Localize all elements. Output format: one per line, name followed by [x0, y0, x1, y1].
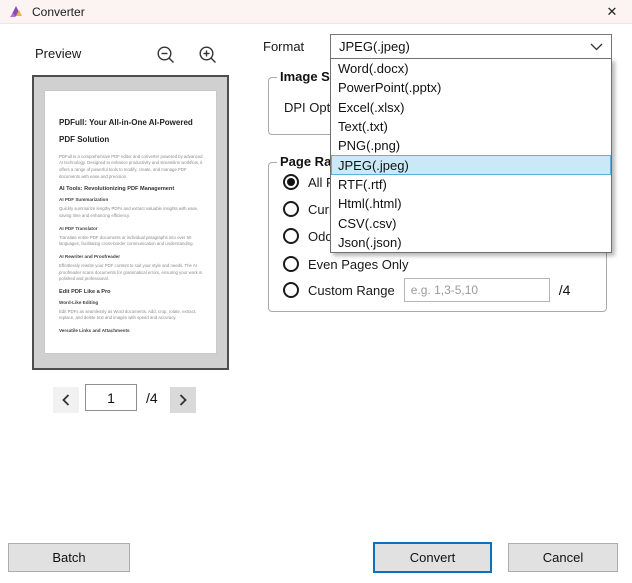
preview-text-block: Translate entire PDF documents or indivi… — [59, 235, 204, 248]
close-button[interactable]: ✕ — [596, 0, 628, 24]
preview-label: Preview — [35, 46, 81, 61]
titlebar: Converter ✕ — [0, 0, 632, 24]
format-option[interactable]: Text(.txt) — [331, 117, 611, 136]
preview-text-block: PDFull: Your All-in-One AI-Powered PDF S… — [59, 115, 204, 149]
format-option[interactable]: Json(.json) — [331, 233, 611, 252]
page-range-option-custom[interactable]: Custom Range /4 — [283, 281, 570, 299]
converter-dialog: Converter ✕ Preview PDFull: Your All-in-… — [0, 0, 632, 583]
image-settings-legend: Image S — [277, 69, 333, 84]
format-option[interactable]: Excel(.xlsx) — [331, 98, 611, 117]
page-range-option[interactable]: All P — [283, 173, 335, 191]
preview-text-block: Edit PDF Like a Pro — [59, 289, 204, 295]
format-option[interactable]: JPEG(.jpeg) — [331, 155, 611, 174]
window-title: Converter — [32, 5, 85, 19]
dpi-option-label: DPI Opti — [284, 100, 333, 115]
radio-button[interactable] — [283, 174, 299, 190]
format-option[interactable]: RTF(.rtf) — [331, 175, 611, 194]
radio-custom-range[interactable] — [283, 282, 299, 298]
preview-text-block: Edit PDFs as seamlessly as Word document… — [59, 309, 204, 322]
preview-text-block: Versatile Links and Attachments — [59, 328, 204, 333]
format-option[interactable]: PNG(.png) — [331, 136, 611, 155]
app-logo-icon — [9, 4, 24, 19]
cancel-button[interactable]: Cancel — [508, 543, 618, 572]
radio-option-label: Even Pages Only — [308, 257, 408, 272]
format-selected-value: JPEG(.jpeg) — [339, 39, 590, 54]
radio-button[interactable] — [283, 228, 299, 244]
preview-text-block: AI Tools: Revolutionizing PDF Management — [59, 186, 204, 192]
preview-text-block: Effortlessly rewrite your PDF content to… — [59, 263, 204, 283]
preview-text-block: Word-Like Editing — [59, 300, 204, 305]
preview-text-block: AI PDF Summarization — [59, 197, 204, 202]
zoom-in-button[interactable] — [196, 43, 220, 67]
preview-text-block: Quickly summarize lengthy PDFs and extra… — [59, 206, 204, 219]
preview-text-block: AI PDF Translator — [59, 226, 204, 231]
radio-option-label: Odd — [308, 229, 333, 244]
preview-page: PDFull: Your All-in-One AI-Powered PDF S… — [44, 90, 217, 354]
custom-range-label: Custom Range — [308, 283, 395, 298]
chevron-down-icon — [590, 43, 603, 51]
page-range-option[interactable]: Even Pages Only — [283, 255, 408, 273]
close-icon: ✕ — [607, 4, 618, 20]
radio-button[interactable] — [283, 201, 299, 217]
format-option[interactable]: CSV(.csv) — [331, 213, 611, 232]
batch-button[interactable]: Batch — [8, 543, 130, 572]
format-option[interactable]: Html(.html) — [331, 194, 611, 213]
format-label: Format — [263, 39, 304, 54]
radio-button[interactable] — [283, 256, 299, 272]
chevron-right-icon — [178, 394, 188, 406]
next-page-button[interactable] — [170, 387, 196, 413]
page-range-option[interactable]: Odd — [283, 227, 333, 245]
page-total-label: /4 — [146, 390, 158, 406]
zoom-in-icon — [198, 45, 218, 65]
zoom-out-button[interactable] — [154, 43, 178, 67]
format-dropdown-list: Word(.docx)PowerPoint(.pptx)Excel(.xlsx)… — [330, 58, 612, 253]
page-range-legend: Page Ra — [277, 154, 334, 169]
custom-range-input[interactable] — [404, 278, 550, 302]
format-option[interactable]: Word(.docx) — [331, 59, 611, 78]
page-range-option[interactable]: Curr — [283, 200, 333, 218]
custom-range-total-label: /4 — [559, 282, 571, 298]
convert-button[interactable]: Convert — [373, 542, 492, 573]
previous-page-button[interactable] — [53, 387, 79, 413]
format-option[interactable]: PowerPoint(.pptx) — [331, 78, 611, 97]
format-dropdown[interactable]: JPEG(.jpeg) — [330, 34, 612, 59]
preview-text-block: PDFull is a comprehensive PDF editor and… — [59, 154, 204, 181]
preview-text-block: AI Rewriter and Proofreader — [59, 254, 204, 259]
page-number-input[interactable] — [85, 384, 137, 411]
chevron-left-icon — [61, 394, 71, 406]
zoom-out-icon — [156, 45, 176, 65]
preview-thumbnail[interactable]: PDFull: Your All-in-One AI-Powered PDF S… — [32, 75, 229, 370]
